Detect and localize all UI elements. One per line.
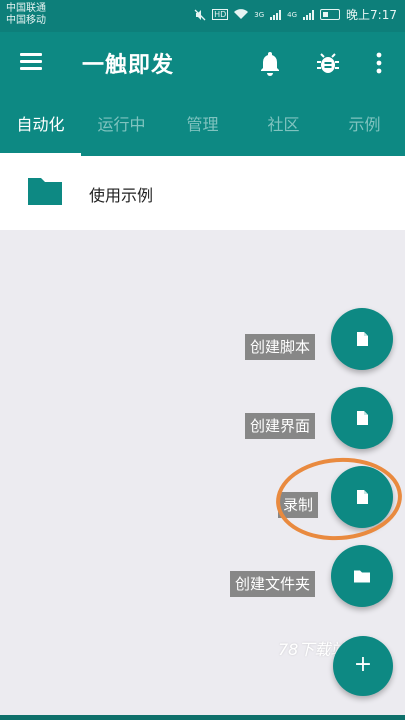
tab-manage[interactable]: 管理 (162, 94, 243, 156)
menu-icon[interactable] (20, 53, 42, 71)
create-folder-button[interactable] (331, 545, 393, 607)
app-title: 一触即发 (82, 53, 175, 78)
list-item-label: 使用示例 (89, 186, 154, 205)
file-icon (357, 411, 368, 425)
mute-icon (194, 9, 206, 20)
carrier-info: 中国联通 中国移动 (6, 3, 46, 27)
clock: 晚上7:17 (346, 8, 397, 22)
plus-icon: + (353, 652, 373, 677)
signal-icon-2 (303, 9, 315, 20)
carrier-1: 中国联通 (6, 3, 46, 14)
highlight-circle (273, 453, 405, 545)
file-icon (357, 332, 368, 346)
bug-icon[interactable] (316, 50, 340, 76)
create-script-label[interactable]: 创建脚本 (245, 334, 316, 360)
create-ui-label[interactable]: 创建界面 (245, 413, 316, 439)
more-vert-icon[interactable] (372, 50, 386, 76)
status-bar: 中国联通 中国移动 HD 3G 4G 晚上7:17 (0, 0, 405, 32)
create-script-button[interactable] (331, 308, 393, 370)
tab-examples[interactable]: 示例 (324, 94, 405, 156)
network-4g-label: 4G (287, 10, 298, 19)
create-folder-label[interactable]: 创建文件夹 (230, 571, 316, 597)
battery-icon (320, 9, 341, 20)
tab-bar: 自动化 运行中 管理 社区 示例 (0, 94, 405, 156)
folder-icon (28, 178, 62, 205)
tab-running[interactable]: 运行中 (81, 94, 162, 156)
main-fab-button[interactable]: + (333, 636, 393, 696)
network-3g-label: 3G (254, 10, 265, 19)
folder-icon (354, 570, 370, 583)
carrier-2: 中国移动 (6, 15, 46, 26)
hd-badge: HD (212, 9, 229, 20)
status-icons: HD 3G 4G 晚上7:17 (194, 6, 397, 23)
tab-automation[interactable]: 自动化 (0, 94, 81, 156)
tab-community[interactable]: 社区 (243, 94, 324, 156)
app-toolbar: 一触即发 (0, 32, 405, 94)
create-ui-button[interactable] (331, 387, 393, 449)
bell-icon[interactable] (258, 50, 282, 76)
wifi-icon (234, 9, 249, 19)
bottom-strip (0, 715, 405, 720)
signal-icon-1 (270, 9, 282, 20)
list-item[interactable]: 使用示例 (0, 156, 405, 230)
